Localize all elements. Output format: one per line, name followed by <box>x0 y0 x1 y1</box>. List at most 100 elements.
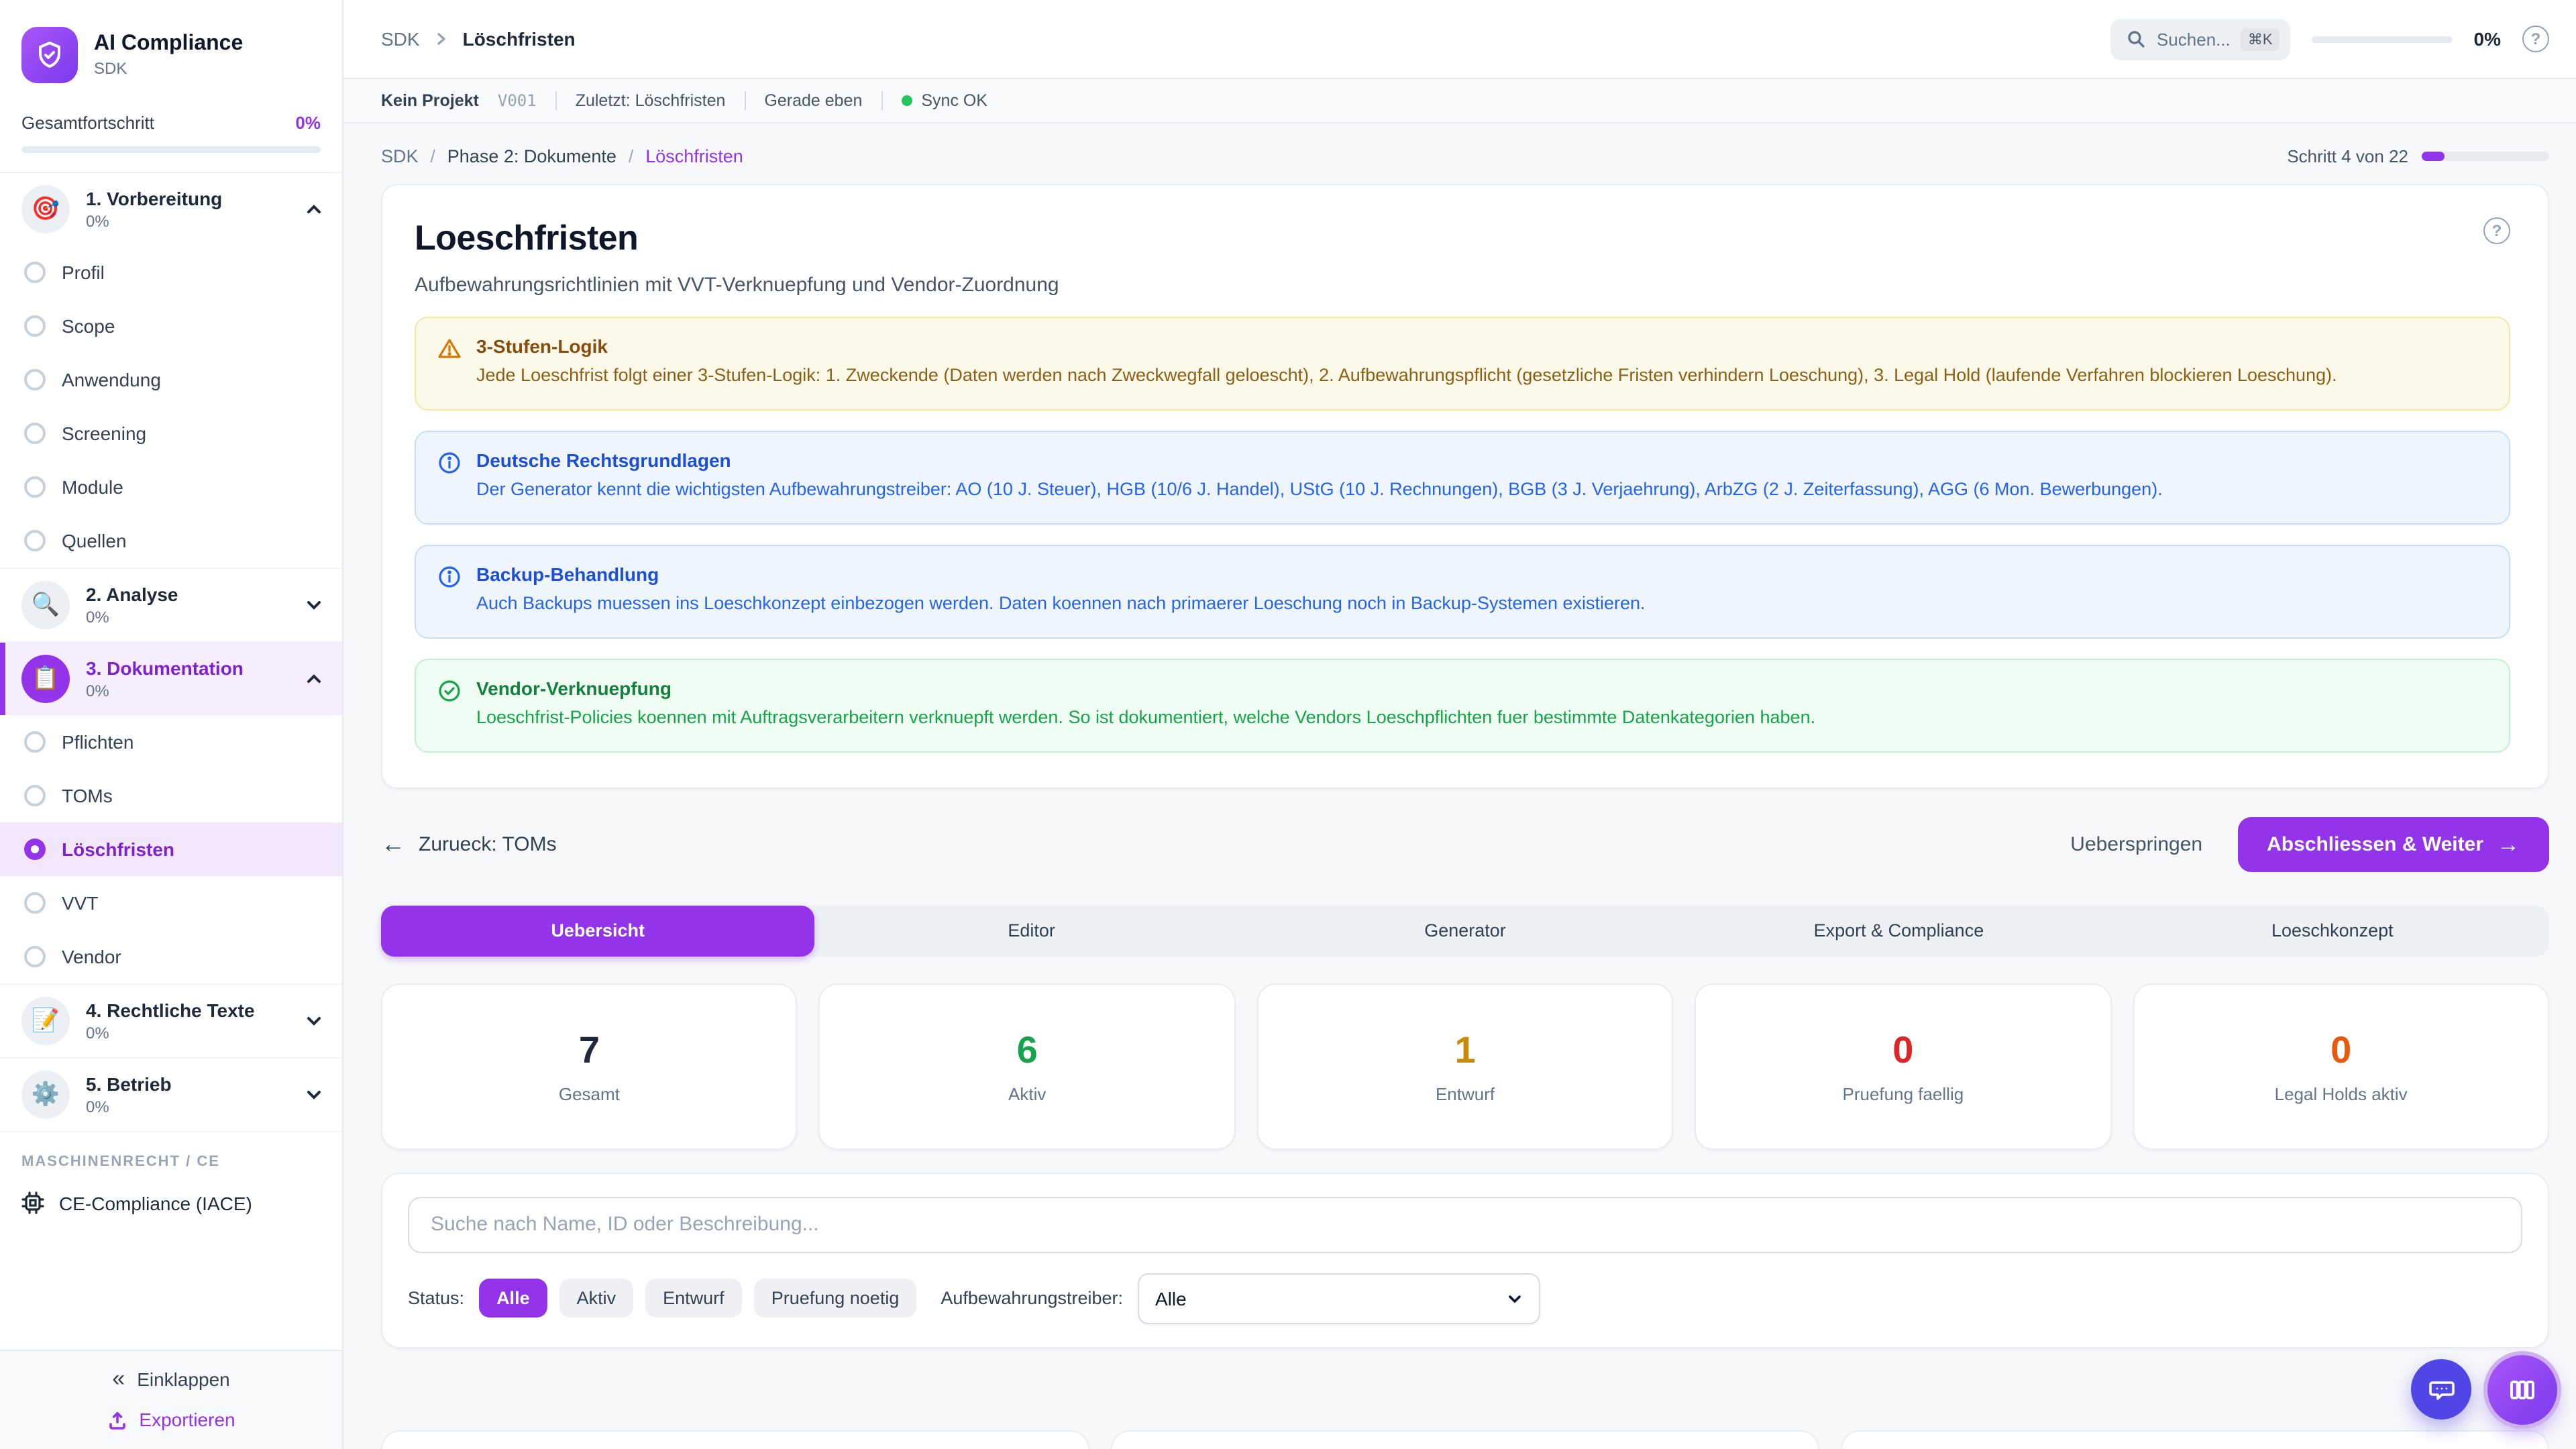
chat-fab-button[interactable] <box>2411 1359 2471 1419</box>
notice-body: Jede Loeschfrist folgt einer 3-Stufen-Lo… <box>476 362 2337 390</box>
divider <box>881 91 882 110</box>
crumb-current: Löschfristen <box>645 146 743 166</box>
radio-icon <box>24 315 46 337</box>
sidebar-item-label: Pflichten <box>62 731 133 753</box>
tab-export-compliance[interactable]: Export & Compliance <box>1682 905 2115 956</box>
stat-value: 1 <box>1454 1028 1475 1071</box>
page-subtitle: Aufbewahrungsrichtlinien mit VVT-Verknue… <box>415 274 1059 297</box>
stat-legal-holds: 0 Legal Holds aktiv <box>2133 983 2549 1149</box>
sidebar-item-quellen[interactable]: Quellen <box>0 514 342 568</box>
sidebar-item-screening[interactable]: Screening <box>0 407 342 460</box>
overall-progress: Gesamtfortschritt 0% <box>0 105 342 173</box>
sidebar-item-label: Löschfristen <box>62 839 174 860</box>
crumb-phase[interactable]: Phase 2: Dokumente <box>447 146 616 166</box>
radio-icon <box>24 731 46 753</box>
back-button[interactable]: ← Zurueck: TOMs <box>381 832 557 856</box>
chevron-down-icon <box>1507 1290 1523 1306</box>
collapse-sidebar-button[interactable]: « Einklappen <box>112 1367 230 1390</box>
status-pill-entwurf[interactable]: Entwurf <box>645 1279 742 1318</box>
radio-icon <box>24 530 46 551</box>
export-button[interactable]: Exportieren <box>107 1409 235 1430</box>
policy-cards-row <box>381 1430 2549 1449</box>
notice-title: Deutsche Rechtsgrundlagen <box>476 449 2163 471</box>
sidebar-item-label: VVT <box>62 892 98 914</box>
chevron-down-icon <box>305 1085 323 1104</box>
sidebar-item-pflichten[interactable]: Pflichten <box>0 715 342 769</box>
info-circle-icon <box>437 565 462 619</box>
step-progress-bar <box>2422 152 2549 161</box>
sidebar-item-module[interactable]: Module <box>0 460 342 514</box>
magnifier-icon: 🔍 <box>21 581 70 629</box>
breadcrumb-root[interactable]: SDK <box>381 28 420 50</box>
notice-info-backup: Backup-Behandlung Auch Backups muessen i… <box>415 545 2510 639</box>
notice-info-rechtsgrundlagen: Deutsche Rechtsgrundlagen Der Generator … <box>415 431 2510 525</box>
sidebar-item-ce-compliance[interactable]: CE-Compliance (IACE) <box>0 1178 342 1228</box>
sidebar-group-label: MASCHINENRECHT / CE <box>0 1131 342 1178</box>
overall-progress-value: 0% <box>295 113 321 133</box>
tab-uebersicht[interactable]: Uebersicht <box>381 905 814 956</box>
export-label: Exportieren <box>139 1409 235 1430</box>
sidebar-item-vvt[interactable]: VVT <box>0 876 342 930</box>
skip-button[interactable]: Ueberspringen <box>2070 833 2202 855</box>
last-visited: Zuletzt: Löschfristen <box>576 91 726 110</box>
sidebar: AI Compliance SDK Gesamtfortschritt 0% 🎯… <box>0 0 343 1449</box>
sidebar-section-vorbereitung[interactable]: 🎯 1. Vorbereitung 0% <box>0 173 342 246</box>
policy-card[interactable] <box>381 1430 1089 1449</box>
stat-value: 0 <box>1892 1028 1913 1071</box>
search-icon <box>2127 30 2146 48</box>
sidebar-section-dokumentation[interactable]: 📋 3. Dokumentation 0% <box>0 643 342 715</box>
sidebar-item-label: Quellen <box>62 530 127 551</box>
stat-value: 7 <box>579 1028 600 1071</box>
breadcrumb-current: Löschfristen <box>463 28 576 50</box>
clipboard-icon: 📋 <box>21 655 70 703</box>
target-icon: 🎯 <box>21 185 70 233</box>
sync-label: Sync OK <box>921 91 987 110</box>
app-window: AI Compliance SDK Gesamtfortschritt 0% 🎯… <box>0 0 2576 1449</box>
page-content: SDK / Phase 2: Dokumente / Löschfristen … <box>343 123 2576 1449</box>
sidebar-item-scope[interactable]: Scope <box>0 299 342 353</box>
status-pill-pruefung-noetig[interactable]: Pruefung noetig <box>754 1279 917 1318</box>
status-filter-label: Status: <box>408 1288 464 1308</box>
sidebar-item-loeschfristen[interactable]: Löschfristen <box>0 822 342 876</box>
sidebar-item-vendor[interactable]: Vendor <box>0 930 342 983</box>
driver-select[interactable]: Alle <box>1138 1273 1540 1324</box>
sidebar-item-anwendung[interactable]: Anwendung <box>0 353 342 407</box>
crumb-sdk[interactable]: SDK <box>381 146 419 166</box>
section-label: 4. Rechtliche Texte <box>86 1000 255 1022</box>
upload-icon <box>107 1409 127 1430</box>
policy-card[interactable] <box>1111 1430 1819 1449</box>
sidebar-section-betrieb[interactable]: ⚙️ 5. Betrieb 0% <box>0 1059 342 1131</box>
section-label: 1. Vorbereitung <box>86 188 222 211</box>
stat-label: Aktiv <box>1008 1083 1046 1104</box>
memo-icon: 📝 <box>21 997 70 1045</box>
notice-warning: 3-Stufen-Logik Jede Loeschfrist folgt ei… <box>415 317 2510 411</box>
tab-loeschkonzept[interactable]: Loeschkonzept <box>2116 905 2549 956</box>
sidebar-item-toms[interactable]: TOMs <box>0 769 342 822</box>
status-pill-alle[interactable]: Alle <box>479 1279 547 1318</box>
sidebar-section-rechtliche-texte[interactable]: 📝 4. Rechtliche Texte 0% <box>0 985 342 1057</box>
notice-body: Loeschfrist-Policies koennen mit Auftrag… <box>476 704 1815 733</box>
app-subtitle: SDK <box>94 59 243 78</box>
columns-fab-button[interactable] <box>2487 1355 2557 1425</box>
stat-pruefung-faellig: 0 Pruefung faellig <box>1695 983 2111 1149</box>
help-icon[interactable]: ? <box>2522 25 2549 52</box>
notice-title: Backup-Behandlung <box>476 564 1646 585</box>
sidebar-item-profil[interactable]: Profil <box>0 246 342 299</box>
card-help-icon[interactable]: ? <box>2483 217 2510 244</box>
shortcut-badge: ⌘K <box>2241 28 2279 50</box>
app-brand: AI Compliance SDK <box>0 0 342 105</box>
finish-next-button[interactable]: Abschliessen & Weiter → <box>2237 816 2549 871</box>
gear-icon: ⚙️ <box>21 1071 70 1119</box>
policy-card[interactable] <box>1841 1430 2549 1449</box>
tab-editor[interactable]: Editor <box>814 905 1248 956</box>
crumb-separator: / <box>431 146 435 166</box>
sidebar-item-label: Profil <box>62 262 105 283</box>
tab-generator[interactable]: Generator <box>1248 905 1682 956</box>
global-search-button[interactable]: Suchen... ⌘K <box>2111 18 2290 60</box>
status-pill-aktiv[interactable]: Aktiv <box>559 1279 634 1318</box>
chat-bubble-icon <box>2426 1375 2456 1404</box>
step-indicator: Schritt 4 von 22 <box>2287 146 2408 166</box>
policy-search-input[interactable] <box>408 1196 2522 1252</box>
sidebar-nav: 🎯 1. Vorbereitung 0% Profil Scope Anwend… <box>0 173 342 1350</box>
sidebar-section-analyse[interactable]: 🔍 2. Analyse 0% <box>0 569 342 641</box>
